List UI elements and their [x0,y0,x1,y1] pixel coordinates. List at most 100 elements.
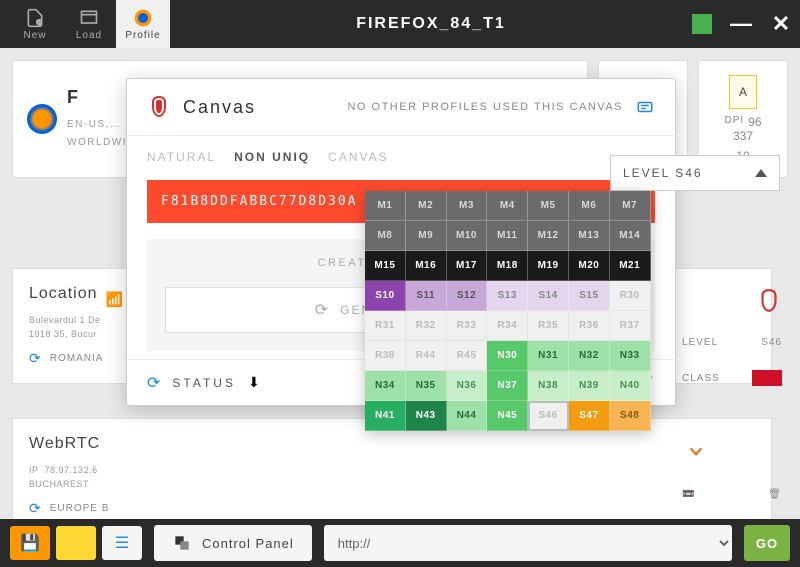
level-cell-m18[interactable]: M18 [487,251,528,281]
level-cell-n40[interactable]: N40 [610,371,651,401]
level-cell-n30[interactable]: N30 [487,341,528,371]
class-label: CLASS [682,373,720,384]
profile-button[interactable]: Profile [116,0,170,48]
level-cell-m17[interactable]: M17 [447,251,488,281]
level-cell-r44[interactable]: R44 [406,341,447,371]
country-label: ROMANIA [50,353,104,364]
level-cell-n36[interactable]: N36 [447,371,488,401]
level-cell-s14[interactable]: S14 [528,281,569,311]
level-cell-r37[interactable]: R37 [610,311,651,341]
level-cell-r33[interactable]: R33 [447,311,488,341]
level-cell-n45[interactable]: N45 [487,401,528,431]
stack-icon [172,533,192,553]
city-label: BUCHAREST [29,477,755,491]
window-controls: — ✕ [692,11,792,37]
level-cell-r30[interactable]: R30 [610,281,651,311]
level-label: LEVEL [682,337,718,348]
level-cell-m20[interactable]: M20 [569,251,610,281]
tab-natural[interactable]: NATURAL [147,150,216,164]
level-cell-m1[interactable]: M1 [365,191,406,221]
list-button[interactable]: ☰ [102,526,142,560]
level-cell-s47[interactable]: S47 [569,401,610,431]
level-value: S46 [761,337,782,348]
webrtc-title: WebRTC [29,435,755,453]
ip-label: IP [29,465,39,475]
tab-nonuniq[interactable]: NON UNIQ [234,150,310,164]
level-cell-n41[interactable]: N41 [365,401,406,431]
level-cell-r32[interactable]: R32 [406,311,447,341]
control-panel-button[interactable]: Control Panel [154,525,312,561]
level-cell-m10[interactable]: M10 [447,221,488,251]
level-cell-n43[interactable]: N43 [406,401,447,431]
fingerprint-icon [147,95,171,119]
level-cell-n37[interactable]: N37 [487,371,528,401]
ip-value: 78.97.132.6 [45,465,98,475]
dpi-value: 96 [748,115,761,129]
level-cell-s46[interactable]: S46 [528,401,569,431]
level-cell-s15[interactable]: S15 [569,281,610,311]
new-button[interactable]: New [8,0,62,48]
level-cell-m9[interactable]: M9 [406,221,447,251]
level-cell-r36[interactable]: R36 [569,311,610,341]
control-panel-label: Control Panel [202,536,294,551]
level-cell-m5[interactable]: M5 [528,191,569,221]
level-cell-m16[interactable]: M16 [406,251,447,281]
refresh-icon[interactable]: ⟳ [29,500,42,517]
go-button[interactable]: GO [744,525,790,561]
level-cell-m7[interactable]: M7 [610,191,651,221]
level-cell-n38[interactable]: N38 [528,371,569,401]
level-cell-n34[interactable]: N34 [365,371,406,401]
level-cell-m11[interactable]: M11 [487,221,528,251]
level-cell-r38[interactable]: R38 [365,341,406,371]
level-cell-s48[interactable]: S48 [610,401,651,431]
level-cell-m13[interactable]: M13 [569,221,610,251]
level-cell-m3[interactable]: M3 [447,191,488,221]
status-indicator [692,14,712,34]
level-cell-n35[interactable]: N35 [406,371,447,401]
notes-button[interactable] [56,526,96,560]
location-title: Location [29,285,98,303]
refresh-icon[interactable]: ⟳ [147,373,160,393]
level-cell-n33[interactable]: N33 [610,341,651,371]
level-cell-n39[interactable]: N39 [569,371,610,401]
level-cell-n31[interactable]: N31 [528,341,569,371]
load-button[interactable]: Load [62,0,116,48]
level-cell-m4[interactable]: M4 [487,191,528,221]
level-cell-s10[interactable]: S10 [365,281,406,311]
download-icon[interactable]: ⬇ [248,374,260,391]
level-dropdown[interactable]: LEVEL S46 [610,155,780,191]
save-button[interactable]: 💾 [10,526,50,560]
titlebar-buttons: New Load Profile [8,0,170,48]
level-cell-m21[interactable]: M21 [610,251,651,281]
level-cell-r45[interactable]: R45 [447,341,488,371]
level-cell-m6[interactable]: M6 [569,191,610,221]
arrow-down-icon[interactable] [682,436,710,464]
list-icon: ☰ [115,533,129,553]
refresh-icon[interactable]: ⟳ [29,350,42,367]
level-cell-s12[interactable]: S12 [447,281,488,311]
close-button[interactable]: ✕ [770,11,792,37]
module-icon-1[interactable]: 📼 [682,489,695,500]
level-cell-m19[interactable]: M19 [528,251,569,281]
level-cell-m15[interactable]: M15 [365,251,406,281]
module-icon-2[interactable]: 🗑 [768,489,782,500]
level-cell-n44[interactable]: N44 [447,401,488,431]
url-select[interactable]: http:// [324,525,732,561]
modal-message: NO OTHER PROFILES USED THIS CANVAS [347,101,623,113]
tab-canvas[interactable]: CANVAS [328,150,388,164]
level-cell-n32[interactable]: N32 [569,341,610,371]
level-cell-r35[interactable]: R35 [528,311,569,341]
level-cell-m12[interactable]: M12 [528,221,569,251]
minimize-button[interactable]: — [730,11,752,37]
level-cell-m2[interactable]: M2 [406,191,447,221]
level-cell-r31[interactable]: R31 [365,311,406,341]
webrtc-panel: WebRTC IP 78.97.132.6 BUCHAREST ⟳ EUROPE… [12,418,772,534]
level-cell-s11[interactable]: S11 [406,281,447,311]
level-cell-s13[interactable]: S13 [487,281,528,311]
level-cell-m8[interactable]: M8 [365,221,406,251]
level-cell-r34[interactable]: R34 [487,311,528,341]
wan-icon [635,98,655,116]
webrtc-region: EUROPE B [50,503,110,514]
tabs: NATURAL NON UNIQ CANVAS [147,150,655,164]
level-cell-m14[interactable]: M14 [610,221,651,251]
